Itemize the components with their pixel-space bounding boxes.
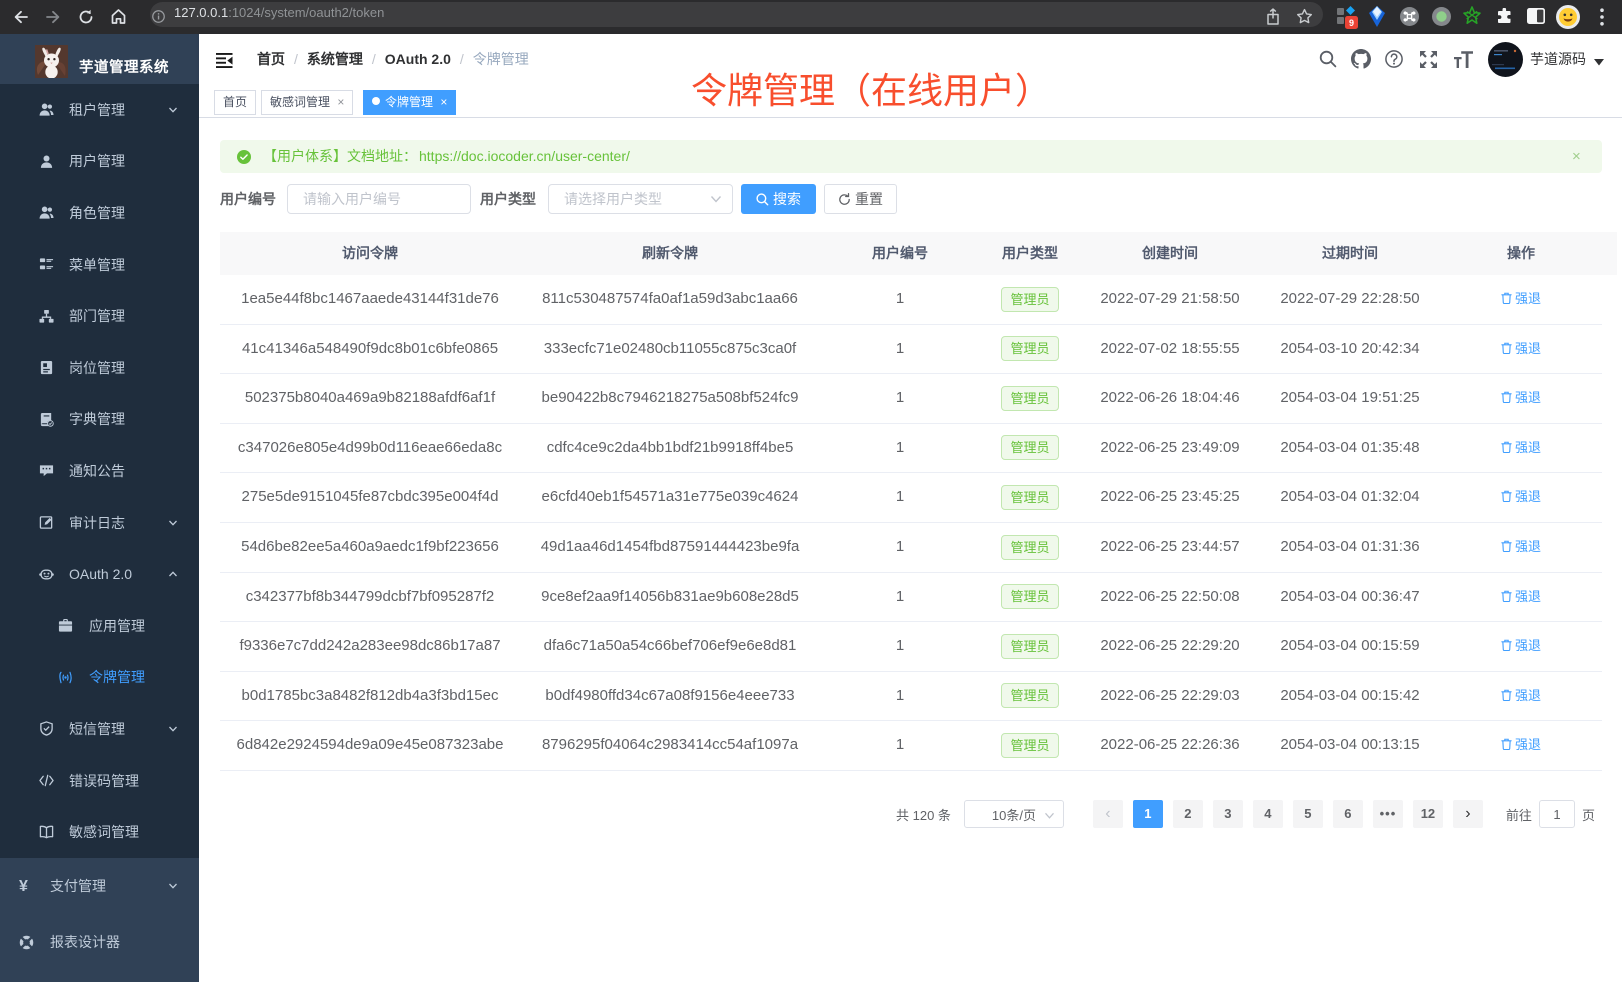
svg-text:9: 9 xyxy=(1349,18,1354,28)
